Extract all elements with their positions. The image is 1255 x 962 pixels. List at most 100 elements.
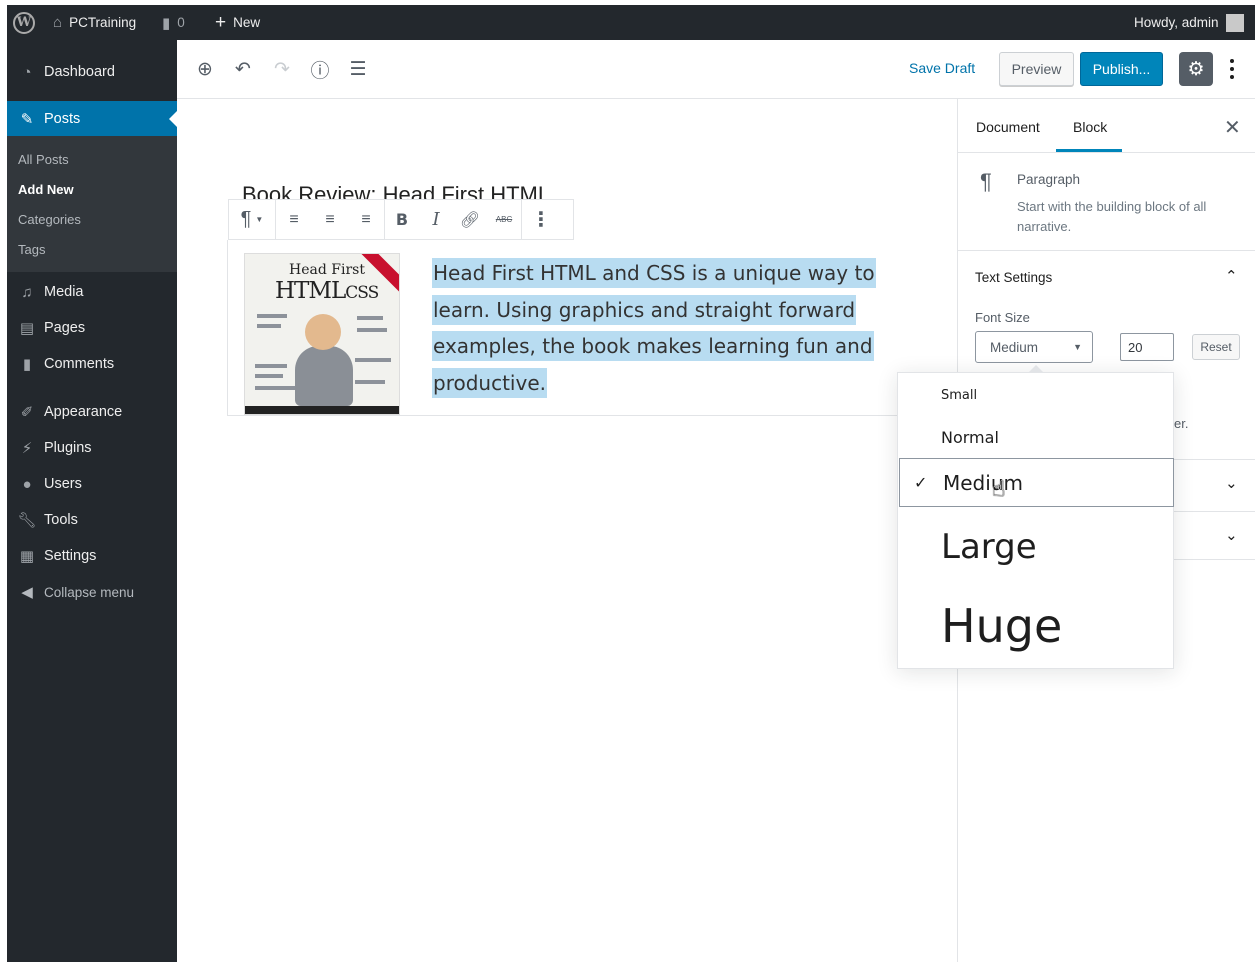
link-icon[interactable]: 🔗︎ (453, 200, 487, 239)
sidebar-item-plugins[interactable]: ⚡ Plugins (7, 431, 177, 465)
tab-document[interactable]: Document (976, 119, 1040, 135)
howdy-text: Howdy, admin (1134, 15, 1219, 30)
sidebar-item-tools[interactable]: 🔧︎ Tools (7, 503, 177, 537)
paragraph-line: learn. Using graphics and straight forwa… (432, 294, 857, 325)
sidebar-item-settings[interactable]: ▦ Settings (7, 539, 177, 573)
preview-button[interactable]: Preview (999, 52, 1074, 86)
strikethrough-icon[interactable]: ABC (487, 200, 521, 239)
cover-blurb (257, 314, 287, 318)
cover-blurb (355, 358, 391, 362)
more-options-icon[interactable]: ⋮ (522, 200, 560, 239)
tab-block[interactable]: Block (1073, 119, 1107, 135)
site-name: PCTraining (69, 15, 137, 30)
close-icon[interactable]: ✕ (1224, 115, 1241, 140)
site-name-link[interactable]: ⌂ PCTraining (53, 5, 136, 40)
align-left-icon[interactable]: ≡ (276, 200, 312, 239)
dot-icon (1230, 67, 1234, 71)
block-navigation-icon[interactable]: ☰ (345, 56, 371, 82)
paragraph-icon: ¶ (240, 208, 252, 230)
cover-blurb (357, 328, 387, 332)
sidebar-item-label: Posts (44, 111, 81, 127)
undo-icon[interactable]: ↶ (230, 56, 256, 82)
book-cover-title-main: HTMLCSS (275, 278, 379, 304)
align-right-icon[interactable]: ≡ (348, 200, 384, 239)
active-tab-indicator (1056, 149, 1122, 152)
submenu-all-posts[interactable]: All Posts (18, 152, 69, 167)
admin-sidebar: ◔ Dashboard ✎ Posts All Posts Add New Ca… (7, 40, 177, 962)
sidebar-item-appearance[interactable]: ✐ Appearance (7, 395, 177, 429)
option-label: Huge (941, 599, 1063, 653)
sidebar-item-label: Plugins (44, 440, 92, 456)
sidebar-item-label: Settings (44, 548, 97, 564)
option-label: Large (941, 527, 1037, 567)
font-size-option-normal[interactable]: Normal (898, 419, 1173, 455)
sidebar-item-dashboard[interactable]: ◔ Dashboard (7, 55, 177, 89)
paragraph-block[interactable]: Head First HTML and CSS is a unique way … (432, 255, 882, 401)
wrench-icon: 🔧︎ (17, 512, 37, 529)
settings-toggle-button[interactable]: ⚙ (1179, 52, 1213, 86)
settings-tabs: Document Block ✕ (958, 99, 1255, 153)
cover-blurb (255, 374, 283, 378)
font-size-select[interactable]: Medium ▼ (975, 331, 1093, 363)
submenu-tags[interactable]: Tags (18, 242, 45, 257)
font-size-option-huge[interactable]: Huge (898, 591, 1173, 661)
comments-link[interactable]: ▮ 0 (162, 5, 185, 40)
sidebar-item-label: Appearance (44, 404, 123, 420)
publish-button[interactable]: Publish... (1080, 52, 1163, 86)
submenu-add-new[interactable]: Add New (18, 182, 74, 197)
sidebar-item-label: Users (44, 476, 82, 492)
text-settings-toggle[interactable]: Text Settings (975, 270, 1052, 285)
cover-blurb (357, 316, 383, 320)
font-size-option-small[interactable]: Small (898, 381, 1173, 409)
users-icon: ● (22, 475, 32, 493)
avatar (1225, 13, 1244, 32)
sidebar-item-pages[interactable]: ▤ Pages (7, 311, 177, 345)
cover-blurb (355, 380, 385, 384)
reset-button[interactable]: Reset (1192, 334, 1240, 360)
chevron-down-icon[interactable]: ⌃ (1225, 473, 1238, 491)
plus-icon: + (215, 11, 227, 33)
font-size-input[interactable]: 20 (1120, 333, 1174, 361)
submenu-categories[interactable]: Categories (18, 212, 81, 227)
cover-figure-head (305, 314, 341, 350)
chevron-up-icon[interactable]: ⌃ (1225, 267, 1238, 285)
block-type-switcher[interactable]: ¶ ▼ (229, 200, 275, 239)
plug-icon: ⚡ (21, 440, 33, 457)
sidebar-item-media[interactable]: ♫ Media (7, 275, 177, 309)
option-label: Medium (943, 470, 1023, 495)
book-cover-image[interactable]: Head First HTMLCSS (244, 253, 400, 415)
font-size-option-medium[interactable]: ✓ Medium (899, 458, 1174, 507)
option-label: Small (941, 387, 978, 403)
collapse-icon: ◀ (21, 584, 33, 601)
sidebar-item-label: Comments (44, 356, 115, 372)
sidebar-item-comments[interactable]: ▮ Comments (7, 347, 177, 381)
align-center-icon[interactable]: ≡ (312, 200, 348, 239)
sidebar-item-posts[interactable]: ✎ Posts (7, 101, 177, 137)
font-size-dropdown: Small Normal ✓ Medium Large Huge (897, 365, 1174, 669)
chevron-down-icon[interactable]: ⌃ (1225, 525, 1238, 543)
info-icon[interactable]: ⓘ (307, 56, 333, 82)
save-draft-button[interactable]: Save Draft (909, 60, 975, 76)
bold-icon[interactable]: B (385, 200, 419, 239)
redo-icon[interactable]: ↷ (269, 56, 295, 82)
settings-icon: ▦ (19, 548, 35, 565)
wordpress-logo-button[interactable]: W (13, 5, 35, 40)
home-icon: ⌂ (53, 14, 63, 31)
caret-down-icon: ▼ (1073, 342, 1082, 352)
account-menu[interactable]: Howdy, admin (1134, 5, 1244, 40)
wordpress-icon: W (13, 11, 35, 34)
more-menu-button[interactable] (1223, 54, 1241, 84)
add-block-icon[interactable]: ⊕ (192, 56, 218, 82)
italic-icon[interactable]: I (419, 200, 453, 239)
block-toolbar: ¶ ▼ ≡ ≡ ≡ B I 🔗︎ ABC ⋮ (228, 199, 574, 240)
cover-blurb (257, 324, 281, 328)
cover-blurb (255, 386, 295, 390)
sidebar-item-label: Media (44, 284, 84, 300)
font-size-selected: Medium (990, 339, 1039, 355)
comment-icon: ▮ (22, 356, 32, 373)
sidebar-item-users[interactable]: ● Users (7, 467, 177, 501)
collapse-menu-button[interactable]: ◀ Collapse menu (7, 575, 177, 609)
obscured-text: er. (1174, 416, 1189, 431)
new-content-link[interactable]: + New (215, 5, 260, 40)
font-size-option-large[interactable]: Large (898, 519, 1173, 575)
